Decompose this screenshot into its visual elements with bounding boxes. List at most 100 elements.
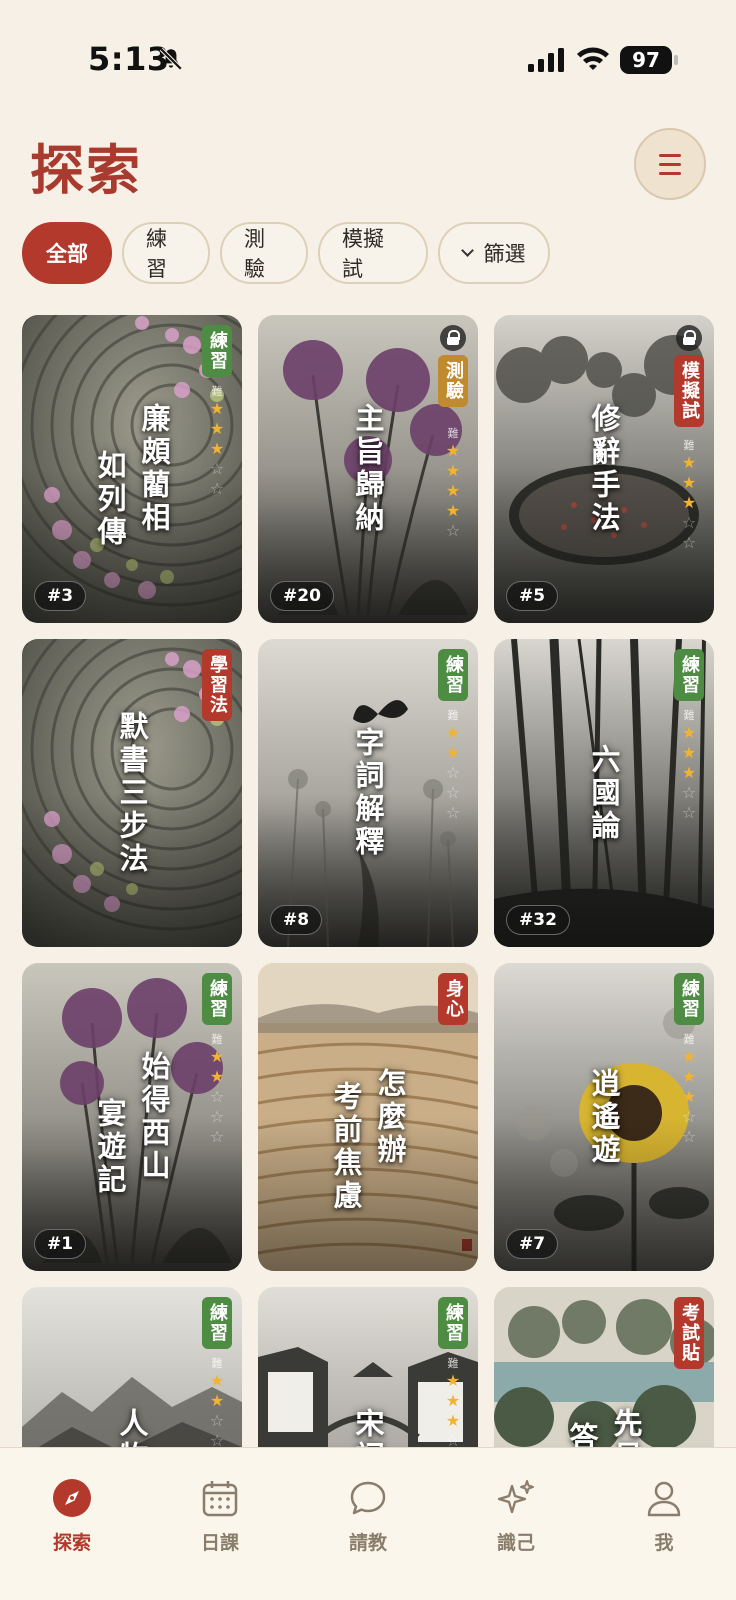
menu-line: [659, 171, 681, 175]
card-number-badge: #32: [506, 905, 570, 935]
lesson-card[interactable]: 宋詞 練習 難 ★ ★ ★ ☆ ☆: [258, 1287, 478, 1447]
page-title: 探索: [30, 138, 142, 202]
lesson-card[interactable]: 逍遙遊 練習 難 ★ ★ ★ ☆ ☆ #7: [494, 963, 714, 1271]
card-number-badge: #5: [506, 581, 559, 611]
difficulty-rating: 難 ★ ★ ☆ ☆ ☆: [206, 1357, 228, 1447]
star-empty-icon: ☆: [209, 1431, 225, 1447]
lesson-card[interactable]: 修辭手法 模擬試 難 ★ ★ ★ ☆ ☆ #5: [494, 315, 714, 623]
star-empty-icon: ☆: [209, 479, 225, 498]
star-filled-icon: ★: [681, 1067, 697, 1086]
difficulty-rating: 難 ★ ★ ★ ★ ☆: [442, 427, 464, 541]
filter-chip-mock-exam[interactable]: 模擬試: [318, 222, 428, 284]
card-title-line: 始得西山: [137, 1051, 171, 1183]
star-filled-icon: ★: [681, 763, 697, 782]
star-filled-icon: ★: [445, 1411, 461, 1430]
tab-explore[interactable]: 探索: [22, 1478, 122, 1555]
lesson-card[interactable]: 主旨歸納 測驗 難 ★ ★ ★ ★ ☆ #20: [258, 315, 478, 623]
star-filled-icon: ★: [681, 723, 697, 742]
menu-button[interactable]: [634, 128, 706, 200]
tab-ask[interactable]: 請教: [318, 1478, 418, 1555]
star-filled-icon: ★: [209, 439, 225, 458]
star-empty-icon: ☆: [209, 1411, 225, 1430]
card-number-badge: #20: [270, 581, 334, 611]
lesson-card[interactable]: 始得西山 宴遊記 練習 難 ★ ★ ☆ ☆ ☆ #1: [22, 963, 242, 1271]
bell-muted-icon: [159, 47, 183, 71]
star-filled-icon: ★: [681, 1047, 697, 1066]
star-empty-icon: ☆: [445, 783, 461, 802]
difficulty-label: 難: [447, 1357, 459, 1370]
tab-me[interactable]: 我: [614, 1478, 714, 1555]
tab-label: 識己: [496, 1532, 535, 1554]
star-empty-icon: ☆: [681, 513, 697, 532]
card-title-line: 宴遊記: [93, 1097, 127, 1197]
star-empty-icon: ☆: [209, 1087, 225, 1106]
card-title-line: 廉頗藺相: [137, 403, 171, 535]
tab-label: 日課: [200, 1532, 239, 1554]
star-empty-icon: ☆: [681, 1107, 697, 1126]
card-type-badge: 身心: [438, 973, 468, 1025]
card-type-badge: 練習: [438, 1297, 468, 1349]
filter-button[interactable]: 篩選: [438, 222, 550, 284]
lock-icon: [440, 325, 466, 351]
star-filled-icon: ★: [445, 501, 461, 520]
lesson-grid: 廉頗藺相 如列傳 練習 難 ★ ★ ★ ☆ ☆ #3 主旨歸納 測驗 難 ★ ★…: [22, 315, 714, 1447]
difficulty-rating: 難 ★ ★ ☆ ☆ ☆: [206, 1033, 228, 1147]
chevron-down-icon: [460, 243, 474, 257]
star-filled-icon: ★: [681, 473, 697, 492]
star-filled-icon: ★: [209, 399, 225, 418]
menu-line: [659, 153, 681, 157]
star-filled-icon: ★: [209, 1067, 225, 1086]
star-filled-icon: ★: [681, 1087, 697, 1106]
lesson-card[interactable]: 怎麼辦 考前焦慮 身心: [258, 963, 478, 1271]
card-title-line: 六國論: [587, 743, 621, 843]
tab-self[interactable]: 識己: [466, 1478, 566, 1555]
calendar-icon: [202, 1481, 238, 1517]
difficulty-rating: 難 ★ ★ ★ ☆ ☆: [206, 385, 228, 499]
star-empty-icon: ☆: [681, 783, 697, 802]
difficulty-label: 難: [447, 427, 459, 440]
battery-tip: [674, 55, 678, 65]
star-filled-icon: ★: [209, 1371, 225, 1390]
lesson-card[interactable]: 默書三步法 學習法: [22, 639, 242, 947]
card-title-line: 默書三步法: [115, 710, 149, 876]
star-filled-icon: ★: [209, 1047, 225, 1066]
filter-chip-quiz[interactable]: 測驗: [220, 222, 308, 284]
filter-chip-all[interactable]: 全部: [22, 222, 112, 284]
tab-label: 探索: [52, 1532, 91, 1554]
lesson-card[interactable]: 先易 答題策 考試貼: [494, 1287, 714, 1447]
card-type-badge: 模擬試: [674, 355, 704, 427]
lesson-card[interactable]: 六國論 練習 難 ★ ★ ★ ☆ ☆ #32: [494, 639, 714, 947]
difficulty-label: 難: [683, 439, 695, 452]
compass-icon: [53, 1479, 91, 1517]
difficulty-label: 難: [447, 709, 459, 722]
difficulty-label: 難: [211, 1033, 223, 1046]
lesson-card[interactable]: 字詞解釋 練習 難 ★ ★ ☆ ☆ ☆ #8: [258, 639, 478, 947]
card-title-line: 字詞解釋: [351, 727, 385, 859]
lock-icon: [676, 325, 702, 351]
difficulty-label: 難: [211, 1357, 223, 1370]
difficulty-label: 難: [683, 1033, 695, 1046]
filter-chip-practice[interactable]: 練習: [122, 222, 210, 284]
card-title-line: 宋詞: [351, 1408, 385, 1447]
difficulty-rating: 難 ★ ★ ☆ ☆ ☆: [442, 709, 464, 823]
card-title-line: 人物: [115, 1408, 149, 1447]
bottom-tab-bar: 探索 日課 請教 識己 我: [0, 1447, 736, 1600]
star-filled-icon: ★: [445, 1371, 461, 1390]
status-bar: 5:13 97: [0, 0, 736, 120]
star-empty-icon: ☆: [209, 1127, 225, 1146]
star-filled-icon: ★: [681, 493, 697, 512]
star-empty-icon: ☆: [681, 1127, 697, 1146]
lesson-card[interactable]: 廉頗藺相 如列傳 練習 難 ★ ★ ★ ☆ ☆ #3: [22, 315, 242, 623]
star-filled-icon: ★: [445, 461, 461, 480]
difficulty-label: 難: [683, 709, 695, 722]
star-empty-icon: ☆: [445, 803, 461, 822]
star-empty-icon: ☆: [209, 459, 225, 478]
card-title-line: 答題策: [564, 1422, 600, 1448]
difficulty-rating: 難 ★ ★ ★ ☆ ☆: [678, 439, 700, 553]
star-filled-icon: ★: [445, 743, 461, 762]
tab-daily[interactable]: 日課: [170, 1478, 270, 1555]
lesson-card[interactable]: 人物 練習 難 ★ ★ ☆ ☆ ☆: [22, 1287, 242, 1447]
star-filled-icon: ★: [445, 1391, 461, 1410]
cellular-signal-icon: [528, 48, 564, 72]
star-empty-icon: ☆: [445, 1431, 461, 1447]
